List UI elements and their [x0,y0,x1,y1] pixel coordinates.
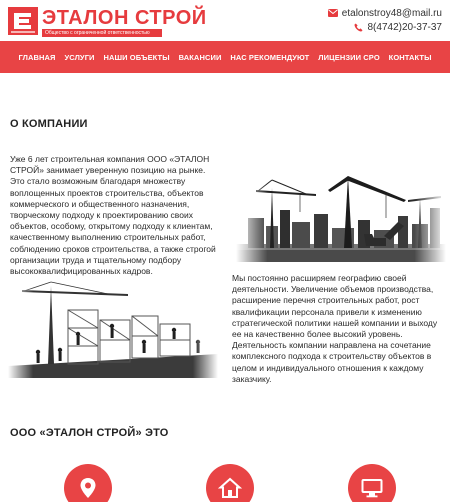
about-paragraph-1: Уже 6 лет строительная компания ООО «ЭТА… [10,154,216,277]
house-icon [218,477,242,498]
phone-icon [354,23,364,33]
logo-title: ЭТАЛОН СТРОЙ [42,7,207,29]
nav-item-contacts[interactable]: КОНТАКТЫ [389,53,432,62]
envelope-icon [327,9,338,19]
site-header: ЭТАЛОН СТРОЙ Общество с ограниченной отв… [0,0,450,41]
phone-contact[interactable]: 8(4742)20-37-37 [328,21,442,35]
logo-subtitle: Общество с ограниченной ответственностью [42,29,162,37]
main-nav: ГЛАВНАЯ УСЛУГИ НАШИ ОБЪЕКТЫ ВАКАНСИИ НАС… [0,41,450,73]
nav-item-services[interactable]: УСЛУГИ [64,53,94,62]
nav-item-vacancies[interactable]: ВАКАНСИИ [179,53,222,62]
feature-monitor [348,464,396,502]
construction-skyline-illustration [236,170,446,262]
nav-item-licenses[interactable]: ЛИЦЕНЗИИ СРО [318,53,379,62]
phone-text[interactable]: 8(4742)20-37-37 [368,21,443,35]
company-title: ООО «ЭТАЛОН СТРОЙ» ЭТО [10,427,169,439]
monitor-icon [361,479,383,498]
logo[interactable]: ЭТАЛОН СТРОЙ Общество с ограниченной отв… [8,7,206,37]
about-paragraph-2: Мы постоянно расширяем географию своей д… [232,273,438,384]
feature-location [64,464,112,502]
feature-house [206,464,254,502]
nav-item-objects[interactable]: НАШИ ОБЪЕКТЫ [103,53,169,62]
header-contacts: etalonstroy48@mail.ru 8(4742)20-37-37 [327,7,442,35]
email-contact[interactable]: etalonstroy48@mail.ru [327,7,442,21]
email-text[interactable]: etalonstroy48@mail.ru [342,7,442,21]
about-title: О КОМПАНИИ [10,118,88,130]
nav-item-home[interactable]: ГЛАВНАЯ [18,53,55,62]
workers-scaffolding-illustration [8,280,218,378]
nav-item-recommend[interactable]: НАС РЕКОМЕНДУЮТ [230,53,309,62]
location-pin-icon [80,478,96,498]
logo-mark-icon [8,7,38,35]
